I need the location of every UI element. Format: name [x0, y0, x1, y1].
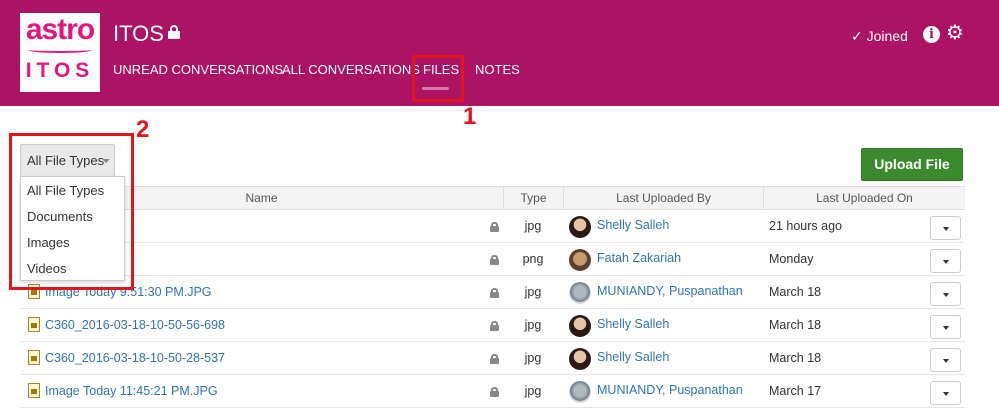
private-lock-icon — [168, 25, 180, 39]
row-actions-dropdown[interactable] — [930, 381, 961, 405]
image-file-icon — [28, 383, 40, 398]
annotation-box-files — [412, 55, 464, 102]
avatar-shelly[interactable] — [569, 216, 591, 238]
gear-icon[interactable]: ⚙ — [946, 23, 966, 43]
file-name-link[interactable]: Image Today 11:45:21 PM.JPG — [45, 375, 218, 408]
annotation-number-1: 1 — [463, 103, 477, 130]
upload-date: March 18 — [769, 285, 822, 299]
files-table: Name Type Last Uploaded By Last Uploaded… — [20, 186, 965, 409]
avatar-fatah[interactable] — [569, 249, 591, 271]
file-type: jpg — [524, 219, 542, 233]
file-name-link[interactable]: C360_2016-03-18-10-50-28-537 — [45, 342, 225, 375]
column-header-last-uploaded-by[interactable]: Last Uploaded By — [563, 187, 763, 210]
logo-wordmark-bottom: ITOS — [25, 59, 95, 82]
row-actions-dropdown[interactable] — [930, 216, 961, 240]
lock-icon — [490, 288, 499, 298]
image-file-icon — [28, 350, 40, 365]
tab-all-conversations[interactable]: ALL CONVERSATIONS — [282, 62, 420, 78]
upload-date: March 18 — [769, 351, 822, 365]
caret-down-icon — [943, 293, 949, 297]
uploader-link[interactable]: Shelly Salleh — [597, 309, 669, 340]
lock-icon — [490, 354, 499, 364]
column-header-last-uploaded-on[interactable]: Last Uploaded On — [763, 187, 965, 210]
uploader-link[interactable]: Shelly Salleh — [597, 210, 669, 241]
avatar-muniandy[interactable] — [569, 282, 591, 304]
lock-icon — [490, 222, 499, 232]
lock-icon — [490, 387, 499, 397]
logo-wordmark-top: astro — [25, 13, 95, 46]
caret-down-icon — [943, 227, 949, 231]
upload-date: Monday — [769, 252, 814, 266]
caret-down-icon — [943, 359, 949, 363]
uploader-link[interactable]: Fatah Zakariah — [597, 243, 681, 274]
avatar-shelly[interactable] — [569, 348, 591, 370]
file-type: jpg — [524, 384, 542, 398]
row-actions-dropdown[interactable] — [930, 249, 961, 273]
caret-down-icon — [943, 326, 949, 330]
upload-date: March 17 — [769, 384, 822, 398]
table-row: pating_banks jpg Shelly Salleh 21 hours … — [20, 210, 965, 243]
group-header: astro ITOS ITOS ✓ Joined i ⚙ UNREAD CONV… — [0, 0, 999, 106]
tab-notes[interactable]: NOTES — [475, 62, 520, 78]
caret-down-icon — [943, 260, 949, 264]
uploader-link[interactable]: Shelly Salleh — [597, 342, 669, 373]
joined-button[interactable]: ✓ Joined — [851, 27, 908, 45]
file-type: jpg — [524, 285, 542, 299]
row-actions-dropdown[interactable] — [930, 348, 961, 372]
column-header-type[interactable]: Type — [503, 187, 563, 210]
file-type: jpg — [524, 318, 542, 332]
table-row: Image Today 9:51:30 PM.JPG jpg MUNIANDY,… — [20, 276, 965, 309]
row-actions-dropdown[interactable] — [930, 282, 961, 306]
upload-date: March 18 — [769, 318, 822, 332]
uploader-link[interactable]: MUNIANDY, Puspanathan — [597, 375, 743, 406]
file-type: png — [522, 252, 544, 266]
group-title: ITOS — [113, 21, 164, 46]
table-row: C360_2016-03-18-10-50-56-698 jpg Shelly … — [20, 309, 965, 342]
file-type: jpg — [524, 351, 542, 365]
table-row: C360_2016-03-18-10-50-28-537 jpg Shelly … — [20, 342, 965, 375]
logo-swoosh — [28, 47, 92, 53]
uploader-link[interactable]: MUNIANDY, Puspanathan — [597, 276, 743, 307]
astro-itos-logo[interactable]: astro ITOS — [20, 13, 100, 92]
table-header: Name Type Last Uploaded By Last Uploaded… — [20, 187, 965, 210]
row-actions-dropdown[interactable] — [930, 315, 961, 339]
upload-date: 21 hours ago — [769, 219, 842, 233]
upload-file-button[interactable]: Upload File — [861, 148, 963, 181]
lock-icon — [490, 255, 499, 265]
avatar-shelly[interactable] — [569, 315, 591, 337]
lock-icon — [490, 321, 499, 331]
caret-down-icon — [943, 392, 949, 396]
table-row: ation png Fatah Zakariah Monday — [20, 243, 965, 276]
image-file-icon — [28, 317, 40, 332]
tab-unread-conversations[interactable]: UNREAD CONVERSATIONS — [113, 62, 283, 78]
file-name-link[interactable]: C360_2016-03-18-10-50-56-698 — [45, 309, 225, 342]
avatar-muniandy[interactable] — [569, 381, 591, 403]
annotation-box-filter — [9, 133, 134, 290]
table-row: Image Today 11:45:21 PM.JPG jpg MUNIANDY… — [20, 375, 965, 408]
annotation-number-2: 2 — [136, 116, 150, 143]
info-icon[interactable]: i — [923, 26, 940, 43]
